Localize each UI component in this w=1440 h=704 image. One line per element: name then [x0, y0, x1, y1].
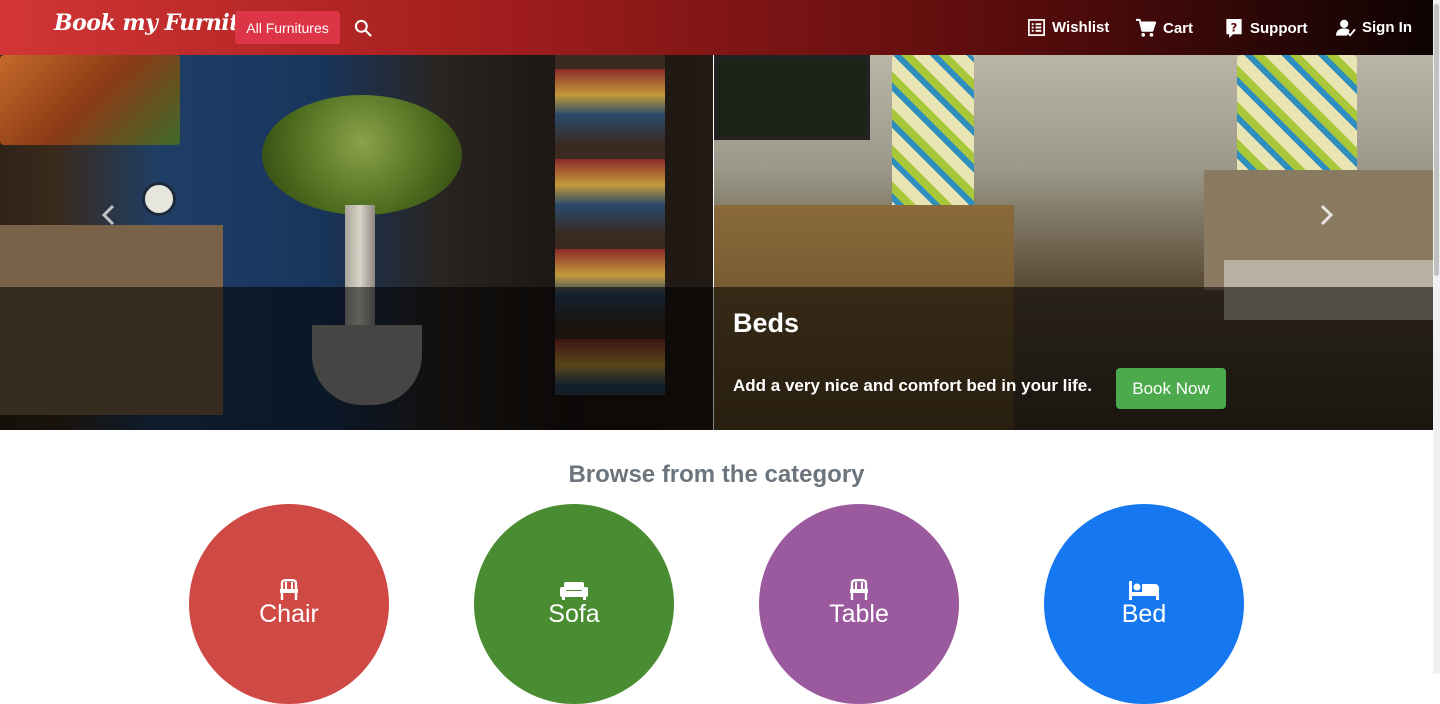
support-icon: ? — [1226, 18, 1242, 39]
svg-text:?: ? — [1231, 20, 1238, 34]
carousel-prev-arrow[interactable] — [94, 200, 124, 230]
wishlist-link[interactable]: Wishlist — [1027, 18, 1109, 37]
book-now-button[interactable]: Book Now — [1116, 368, 1226, 409]
carousel-next-arrow[interactable] — [1311, 200, 1341, 230]
painting — [0, 55, 180, 145]
bonsai-canopy — [262, 95, 462, 215]
cart-label: Cart — [1163, 19, 1194, 37]
slide-divider — [713, 55, 714, 430]
slide-description: Add a very nice and comfort bed in your … — [733, 376, 1092, 395]
clock — [142, 182, 176, 216]
category-sofa[interactable]: Sofa — [474, 504, 674, 704]
wishlist-label: Wishlist — [1052, 19, 1110, 36]
category-bed[interactable]: Bed — [1044, 504, 1244, 704]
category-heading: Browse from the category — [568, 461, 865, 488]
hero-carousel: Beds Add a very nice and comfort bed in … — [0, 55, 1433, 430]
page-scrollbar[interactable] — [1433, 0, 1440, 674]
slide-title: Beds — [733, 308, 800, 338]
category-label: Table — [829, 600, 889, 628]
category-label: Sofa — [548, 600, 600, 628]
all-furnitures-button[interactable]: All Furnitures — [235, 11, 340, 44]
top-navbar: Book my Furniture All Furnitures Wishlis… — [0, 0, 1433, 55]
category-label: Chair — [259, 600, 319, 628]
chair-icon — [280, 579, 298, 600]
wall-picture — [714, 55, 870, 140]
category-chair[interactable]: Chair — [189, 504, 389, 704]
sign-in-label: Sign In — [1362, 19, 1412, 36]
category-table[interactable]: Table — [759, 504, 959, 704]
scrollbar-thumb[interactable] — [1434, 4, 1439, 276]
search-icon[interactable] — [353, 18, 373, 38]
bed-icon — [1129, 581, 1159, 600]
wishlist-icon — [1028, 19, 1045, 36]
cart-link[interactable]: Cart — [1135, 18, 1193, 38]
user-icon — [1336, 19, 1356, 37]
support-label: Support — [1250, 20, 1308, 37]
table-icon — [850, 579, 868, 600]
sofa-icon — [560, 582, 588, 600]
curtain-right — [1237, 55, 1357, 175]
category-label: Bed — [1121, 600, 1167, 628]
sign-in-link[interactable]: Sign In — [1336, 18, 1412, 37]
support-link[interactable]: ? Support — [1224, 18, 1308, 39]
cart-icon — [1136, 18, 1157, 37]
